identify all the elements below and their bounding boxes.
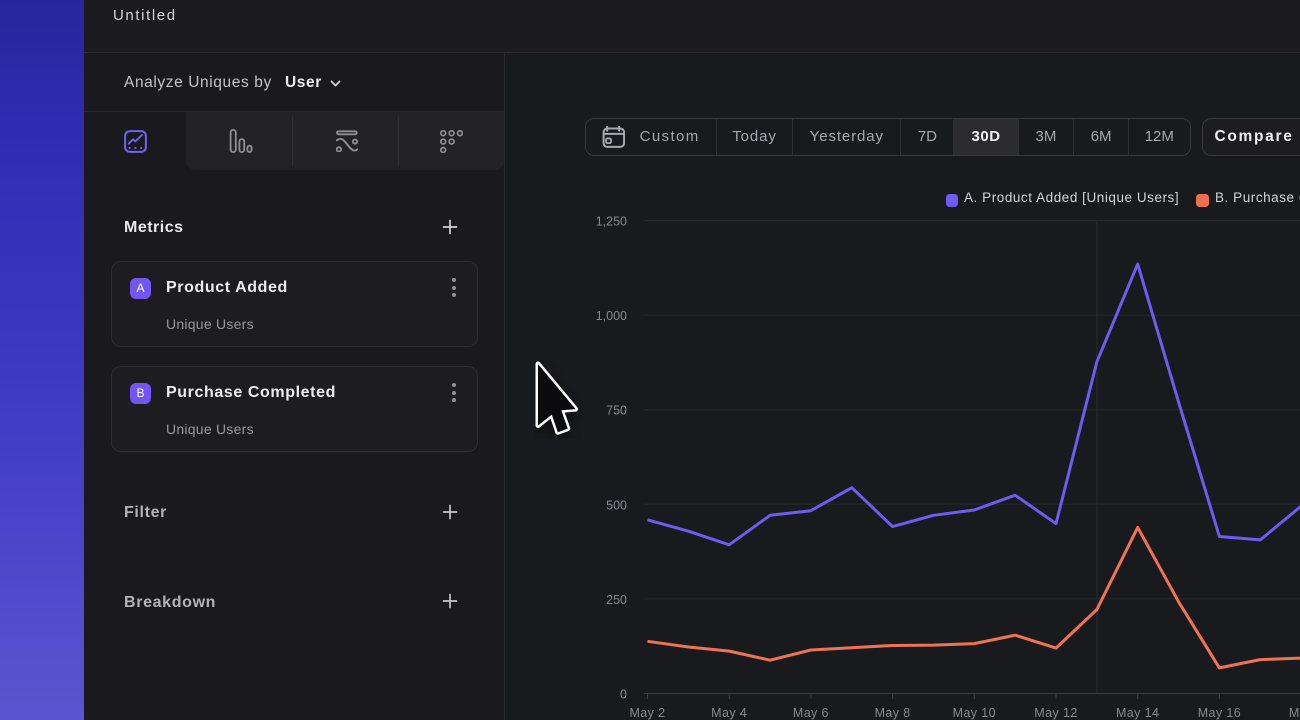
svg-text:May 4: May 4	[711, 706, 747, 720]
svg-text:May 16: May 16	[1198, 706, 1241, 720]
svg-text:250: 250	[606, 593, 627, 607]
svg-text:May 12: May 12	[1034, 706, 1077, 720]
svg-text:May 10: May 10	[953, 706, 996, 720]
svg-text:1,000: 1,000	[596, 309, 627, 323]
svg-text:May 6: May 6	[793, 706, 829, 720]
svg-text:Ma: Ma	[1289, 706, 1300, 720]
svg-text:May 14: May 14	[1116, 706, 1159, 720]
svg-text:May 2: May 2	[629, 706, 665, 720]
svg-text:May 8: May 8	[875, 706, 911, 720]
svg-text:1,250: 1,250	[596, 215, 627, 229]
svg-text:750: 750	[606, 404, 627, 418]
svg-text:0: 0	[620, 688, 627, 702]
svg-text:500: 500	[606, 498, 627, 512]
